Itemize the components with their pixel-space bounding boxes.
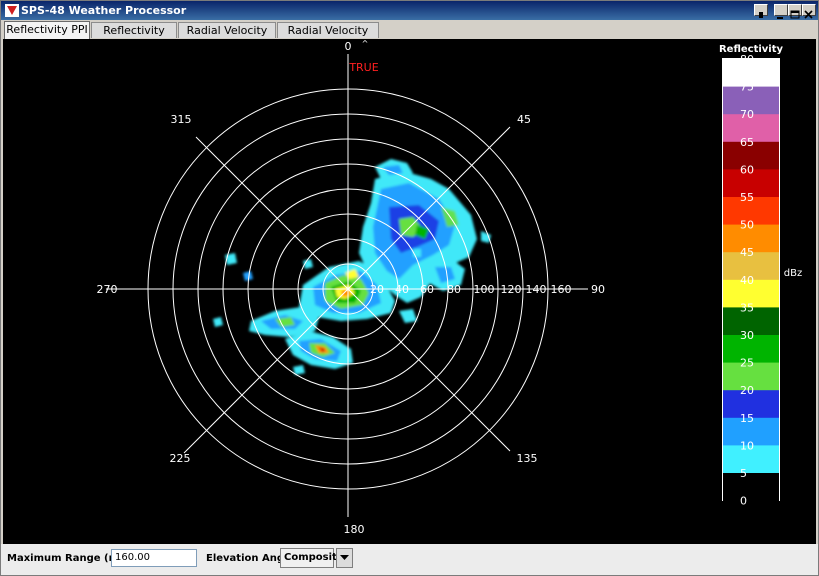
chevron-down-icon [340,555,349,560]
minimize-button[interactable] [774,4,788,19]
legend-value-25: 25 [740,357,754,370]
legend-value-50: 50 [740,219,754,232]
bearing-label-45: 45 [517,113,531,126]
minimize-icon [777,17,783,19]
title-bar[interactable]: SPS-48 Weather Processor [1,1,818,20]
range-label-40: 40 [395,283,409,296]
bearing-label-270: 270 [97,283,118,296]
north-marker-icon: ^ [362,39,369,48]
legend-value-35: 35 [740,301,754,314]
close-icon [804,10,813,19]
elevation-angle-select[interactable]: Composite [280,548,344,568]
legend-value-75: 75 [740,81,754,94]
bearing-label-180: 180 [344,523,365,536]
window-menu-button[interactable] [754,4,768,18]
precipitation-echoes [213,159,491,375]
legend-value-20: 20 [740,384,754,397]
tab-radial-velocity-rhi[interactable]: Radial Velocity RHI [277,22,379,52]
legend-swatch-5 [723,473,779,502]
range-label-60: 60 [420,283,434,296]
bearing-label-225: 225 [170,452,191,465]
max-range-input[interactable]: 160.00 [111,549,197,567]
north-reference-label: TRUE [348,61,378,74]
radar-canvas: 0 45 90 135 180 225 270 315 ^ TRUE 20 40… [97,39,803,536]
elevation-dropdown-button[interactable] [336,548,353,568]
range-label-80: 80 [447,283,461,296]
maximize-button[interactable] [788,4,802,19]
legend-value-70: 70 [740,108,754,121]
close-button[interactable] [802,4,816,19]
bearing-label-0: 0 [345,40,352,53]
range-label-20: 20 [370,283,384,296]
tab-radial-velocity-ppi[interactable]: Radial Velocity PPI [178,22,276,52]
control-bar: Maximum Range (nm) 160.00 Elevation Angl… [1,544,818,575]
range-label-160: 160 [551,283,572,296]
legend-value-55: 55 [740,191,754,204]
legend-value-5: 5 [740,467,747,480]
legend-value-0: 0 [740,495,747,508]
tab-bar: Reflectivity PPI Reflectivity RHI Radial… [1,21,818,52]
legend-value-15: 15 [740,412,754,425]
range-label-100: 100 [474,283,495,296]
range-label-140: 140 [526,283,547,296]
legend-value-60: 60 [740,163,754,176]
tab-reflectivity-rhi[interactable]: Reflectivity RHI [91,22,177,52]
legend-value-40: 40 [740,274,754,287]
app-window: SPS-48 Weather Processor Reflectivity PP… [0,0,819,576]
bearing-label-90: 90 [591,283,605,296]
tab-reflectivity-ppi[interactable]: Reflectivity PPI [4,21,90,39]
app-icon [5,4,19,17]
legend-value-10: 10 [740,439,754,452]
legend-value-30: 30 [740,329,754,342]
maximize-icon [790,10,800,19]
bearing-line-315-135 [195,136,511,452]
range-label-120: 120 [501,283,522,296]
legend-value-65: 65 [740,136,754,149]
legend-value-80: 80 [740,53,754,66]
window-title: SPS-48 Weather Processor [21,4,187,17]
reflectivity-legend: Reflectivity 807570656055504540353025201… [719,44,802,508]
bearing-label-135: 135 [517,452,538,465]
bearing-line-225-45 [183,126,511,454]
legend-unit: dBz [784,268,802,279]
radar-display[interactable]: 0 45 90 135 180 225 270 315 ^ TRUE 20 40… [3,39,816,544]
legend-values: 80757065605550454035302520151050 [740,53,754,508]
bearing-label-315: 315 [171,113,192,126]
window-menu-icon [759,12,763,18]
legend-value-45: 45 [740,246,754,259]
